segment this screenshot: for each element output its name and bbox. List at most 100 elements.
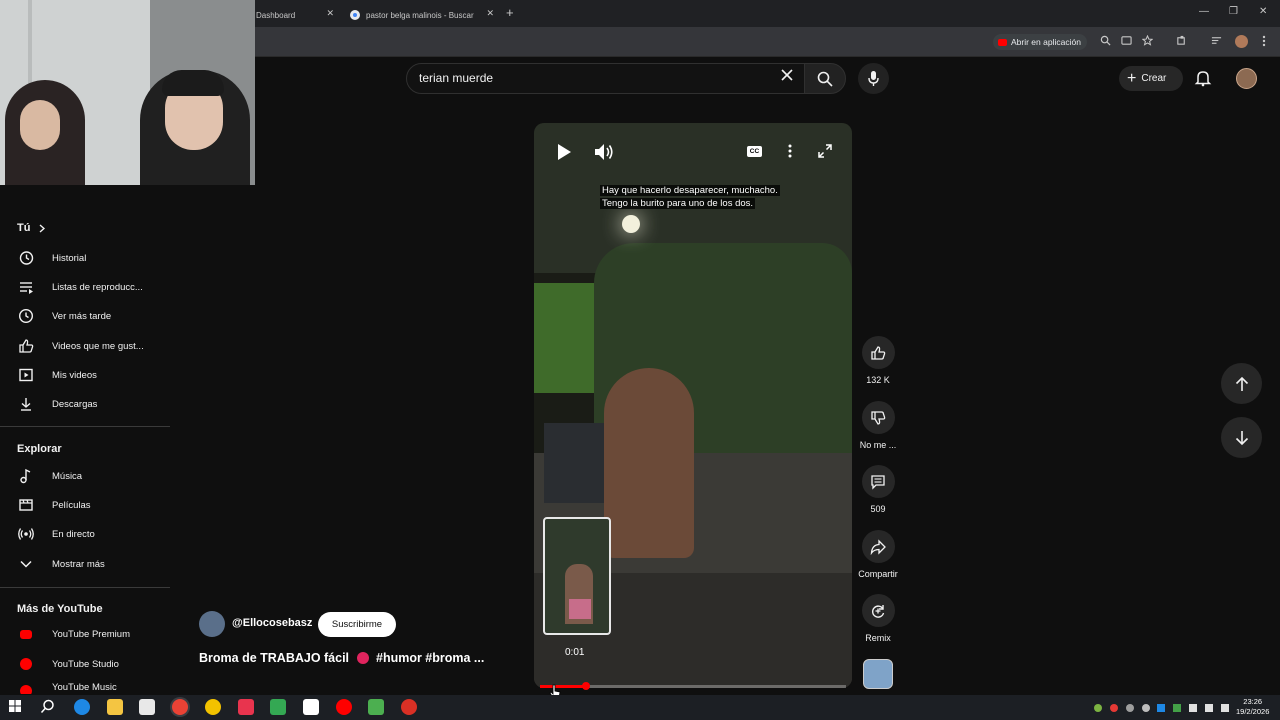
youtube-icon[interactable] (336, 699, 352, 715)
remix-icon (872, 604, 885, 618)
voice-search-button[interactable] (858, 63, 889, 94)
edge-icon[interactable] (74, 699, 90, 715)
bookmark-star-icon[interactable] (1141, 34, 1154, 49)
sidebar-item-my-videos[interactable]: Mis videos (17, 364, 97, 386)
sidebar-divider (0, 587, 170, 588)
seek-preview-thumbnail (543, 517, 611, 635)
tab-title: Dashboard (256, 10, 296, 20)
windows-taskbar (0, 695, 1280, 720)
sidebar-item-label: YouTube Premium (52, 628, 130, 640)
sidebar-item-liked-videos[interactable]: Videos que me gust... (17, 335, 144, 357)
share-button[interactable] (861, 530, 895, 563)
fullscreen-icon[interactable] (818, 144, 832, 163)
video-title[interactable]: Broma de TRABAJO fácil #humor #broma ... (199, 651, 484, 665)
search-button[interactable] (804, 63, 846, 94)
sidebar-item-show-more[interactable]: Mostrar más (17, 553, 105, 575)
dislike-action[interactable]: No me ... (848, 401, 908, 450)
app-icon-red[interactable] (238, 699, 254, 715)
obs-icon[interactable] (401, 699, 417, 715)
sound-thumbnail[interactable] (863, 659, 893, 689)
dislike-button[interactable] (861, 401, 895, 434)
volume-button[interactable] (594, 143, 614, 166)
sidebar-item-live[interactable]: En directo (17, 523, 95, 545)
channel-avatar[interactable] (199, 611, 225, 637)
tab-dashboard[interactable]: Dashboard ✕ (255, 3, 340, 27)
tab-title: pastor belga malinois - Buscar (366, 10, 474, 20)
seek-time-label: 0:01 (565, 647, 585, 658)
app-icon-yellow[interactable] (205, 699, 221, 715)
channel-name[interactable]: @Ellocosebasz (232, 617, 312, 629)
taskbar-search-icon[interactable] (40, 699, 56, 715)
chrome-icon[interactable] (172, 699, 188, 715)
thumbnail-shirt (569, 599, 591, 619)
open-in-app-label: Abrir en aplicación (1011, 37, 1081, 47)
minimize-button[interactable]: — (1199, 6, 1209, 17)
new-tab-button[interactable]: + (506, 5, 514, 20)
clock-date: 19/2/2026 (1236, 707, 1270, 716)
open-in-app-button[interactable]: Abrir en aplicación (993, 34, 1087, 50)
next-short-button[interactable] (1221, 417, 1262, 458)
sidebar-item-downloads[interactable]: Descargas (17, 393, 97, 415)
progress-scrubber[interactable] (582, 682, 590, 690)
remix-action[interactable]: Remix (848, 594, 908, 643)
remix-button[interactable] (861, 594, 895, 627)
caption-line-1: Hay que hacerlo desaparecer, muchacho. (600, 185, 780, 196)
close-window-button[interactable]: ✕ (1259, 6, 1267, 17)
live-icon (17, 525, 35, 543)
sidebar: Tú Historial Listas de reproducc... Ver … (0, 185, 170, 695)
comments-action[interactable]: 509 (848, 465, 908, 514)
sidebar-you-header[interactable]: Tú (17, 222, 46, 234)
file-explorer-icon[interactable] (107, 699, 123, 715)
more-options-icon[interactable] (788, 144, 792, 163)
cast-icon[interactable] (1121, 35, 1132, 49)
sidebar-item-youtube-music[interactable]: YouTube Music (17, 682, 117, 694)
chevron-right-icon (39, 223, 46, 233)
share-action[interactable]: Compartir (848, 530, 908, 579)
tab-search[interactable]: pastor belga malinois - Buscar ✕ (342, 3, 500, 27)
sidebar-item-music[interactable]: Música (17, 465, 82, 487)
sidebar-item-youtube-studio[interactable]: YouTube Studio (17, 653, 119, 675)
comment-icon (871, 474, 885, 490)
account-avatar[interactable] (1236, 68, 1257, 89)
webcam-hair-right (162, 70, 224, 96)
restore-button[interactable]: ❐ (1229, 6, 1238, 17)
thumbs-up-icon (871, 345, 886, 360)
media-control-icon[interactable] (1211, 35, 1222, 49)
windows-start-icon[interactable] (8, 699, 24, 715)
subscribe-button[interactable]: Suscribirme (318, 612, 396, 637)
previous-short-button[interactable] (1221, 363, 1262, 404)
sidebar-item-playlists[interactable]: Listas de reproducc... (17, 276, 143, 298)
tray-icons[interactable] (1093, 702, 1229, 716)
thumbs-down-icon (871, 410, 886, 425)
search-icon (817, 71, 833, 87)
store-icon[interactable] (139, 699, 155, 715)
create-button[interactable]: + Crear (1119, 66, 1183, 91)
notifications-bell-icon[interactable] (1194, 69, 1212, 92)
captions-button[interactable]: CC (747, 146, 762, 157)
taskbar-clock[interactable]: 23:26 19/2/2026 (1236, 697, 1269, 717)
plus-icon: + (1127, 69, 1137, 87)
comments-button[interactable] (861, 465, 895, 498)
google-drive-icon[interactable] (270, 699, 286, 715)
like-action[interactable]: 132 K (848, 336, 908, 385)
zoom-icon[interactable] (1100, 35, 1111, 49)
sidebar-item-label: Películas (52, 499, 91, 511)
sidebar-item-movies[interactable]: Películas (17, 494, 91, 516)
clear-search-icon[interactable] (780, 68, 794, 87)
browser-menu-icon[interactable] (1262, 35, 1266, 50)
play-button[interactable] (556, 143, 572, 166)
sidebar-item-youtube-premium[interactable]: YouTube Premium (17, 623, 130, 645)
tab-close-icon[interactable]: ✕ (486, 8, 494, 19)
sidebar-item-watch-later[interactable]: Ver más tarde (17, 305, 111, 327)
profile-avatar[interactable] (1235, 35, 1248, 48)
remix-label: Remix (865, 633, 891, 643)
extensions-icon[interactable] (1176, 35, 1187, 49)
tab-close-icon[interactable]: ✕ (326, 8, 334, 19)
sidebar-item-label: Descargas (52, 398, 98, 410)
app-icon-green[interactable] (368, 699, 384, 715)
like-button[interactable] (861, 336, 895, 369)
sidebar-item-historial[interactable]: Historial (17, 247, 86, 269)
sidebar-item-label: Ver más tarde (52, 310, 112, 322)
webcam-face-left (20, 100, 60, 150)
shield-icon[interactable] (303, 699, 319, 715)
